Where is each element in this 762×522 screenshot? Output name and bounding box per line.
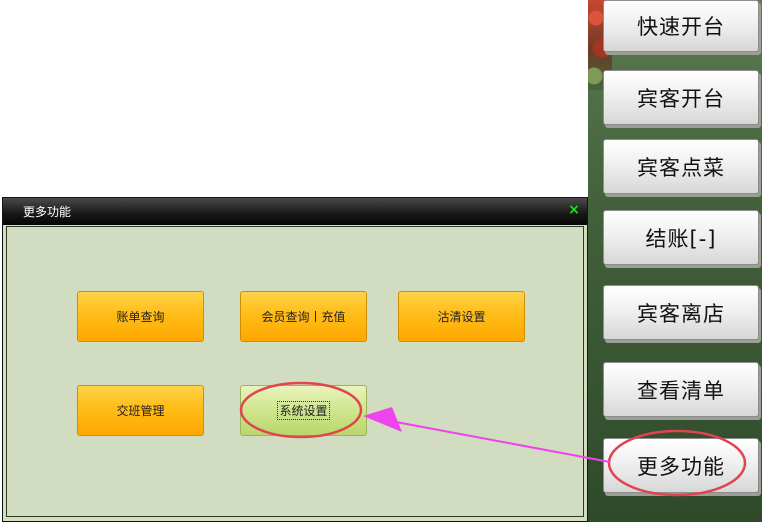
close-icon[interactable]: ×: [567, 202, 581, 218]
dialog-titlebar: 更多功能 ×: [3, 198, 587, 225]
dialog-body: 账单查询 会员查询丨充值 沽清设置 交班管理 系统设置: [6, 226, 584, 517]
bill-query-label: 账单查询: [116, 310, 165, 324]
guest-open-table-button[interactable]: 宾客开台: [603, 70, 759, 125]
member-query-recharge-button[interactable]: 会员查询丨充值: [240, 291, 367, 342]
view-list-button[interactable]: 查看清单: [603, 362, 759, 417]
sold-out-settings-label: 沽清设置: [437, 310, 486, 324]
more-functions-button[interactable]: 更多功能: [603, 438, 759, 493]
guest-order-button[interactable]: 宾客点菜: [603, 139, 759, 194]
shift-handover-button[interactable]: 交班管理: [77, 385, 204, 436]
system-settings-button[interactable]: 系统设置: [240, 385, 367, 436]
bill-query-button[interactable]: 账单查询: [77, 291, 204, 342]
system-settings-label: 系统设置: [277, 401, 330, 420]
checkout-button[interactable]: 结账[-]: [603, 210, 759, 265]
more-functions-dialog: 更多功能 × 账单查询 会员查询丨充值 沽清设置 交班管理 系统设置: [2, 197, 588, 522]
dialog-title: 更多功能: [23, 205, 72, 219]
guest-leave-button[interactable]: 宾客离店: [603, 285, 759, 340]
quick-open-table-button[interactable]: 快速开台: [603, 0, 759, 52]
shift-handover-label: 交班管理: [116, 404, 165, 418]
sold-out-settings-button[interactable]: 沽清设置: [398, 291, 525, 342]
member-query-recharge-label: 会员查询丨充值: [261, 310, 346, 324]
